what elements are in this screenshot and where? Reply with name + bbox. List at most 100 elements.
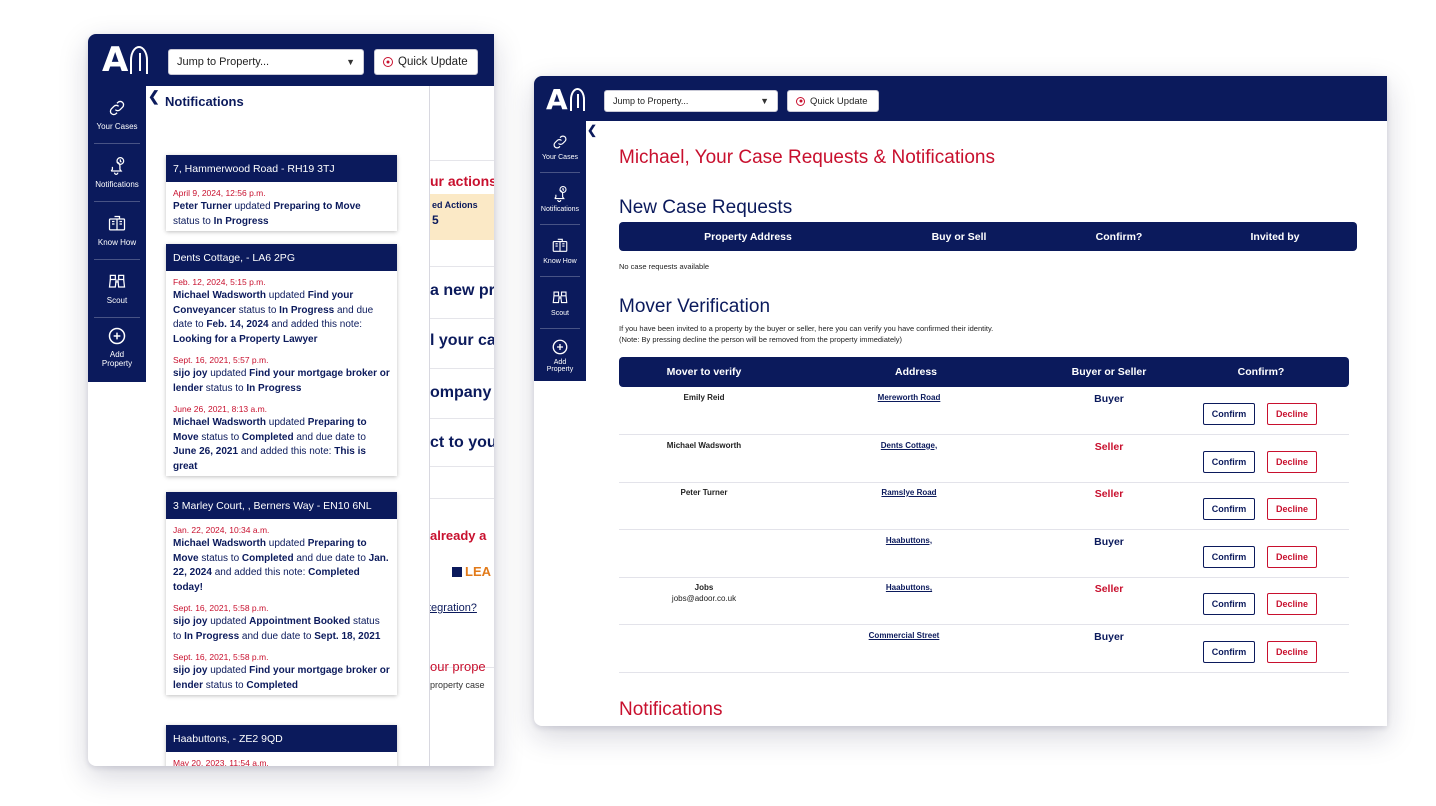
your-properties-heading: our prope (430, 659, 486, 674)
notification-card[interactable]: Haabuttons, - ZE2 9QD May 20, 2023, 11:54… (166, 725, 397, 766)
quick-update-button[interactable]: Quick Update (787, 90, 879, 112)
adoor-logo[interactable]: A (546, 83, 585, 116)
entry-due: Sept. 18, 2021 (314, 630, 381, 642)
card-property-address[interactable]: Haabuttons, - ZE2 9QD (166, 725, 397, 752)
entry-timestamp: Sept. 16, 2021, 5:57 p.m. (173, 355, 269, 365)
sidebar: Your Cases Notifications Know How Scout Add … (88, 86, 146, 382)
adoor-logo[interactable]: A (102, 40, 149, 80)
sidebar-item-notifications[interactable]: Notifications (540, 173, 580, 225)
entry-d: and added this note: (268, 319, 365, 330)
collapse-sidebar-icon[interactable]: ❮ (148, 88, 160, 105)
mover-address-link[interactable]: Dents Cottage, (881, 441, 937, 450)
sidebar-item-label: Add Property (101, 350, 133, 368)
link-icon (551, 133, 569, 151)
sidebar-item-scout[interactable]: Scout (540, 277, 580, 329)
entry-b: status to (235, 304, 280, 316)
decline-button[interactable]: Decline (1267, 403, 1317, 425)
sidebar-item-add-property[interactable]: Add Property (94, 318, 140, 376)
entry-d: and added this note: (238, 446, 335, 457)
target-icon (796, 96, 805, 106)
decline-button[interactable]: Decline (1267, 450, 1317, 473)
chevron-down-icon: ▼ (760, 96, 769, 106)
entry-text: Peter Turner updated Preparing to Move s… (173, 200, 390, 229)
divider (428, 466, 494, 467)
confirm-button[interactable]: Confirm (1203, 403, 1255, 425)
entry-timestamp: Sept. 16, 2021, 5:58 p.m. (173, 603, 269, 613)
sidebar-item-know-how[interactable]: Know How (540, 225, 580, 277)
mover-address-link[interactable]: Haabuttons, (886, 583, 932, 592)
entry-a: updated (207, 616, 250, 627)
sidebar: Your Cases Notifications Know How Scout Add … (534, 121, 586, 381)
sidebar-item-your-cases[interactable]: Your Cases (540, 121, 580, 173)
jump-to-property-select[interactable]: Jump to Property... ▼ (604, 90, 778, 112)
notification-card[interactable]: 3 Marley Court, , Berners Way - EN10 6NL… (166, 492, 397, 695)
decline-button[interactable]: Decline (1267, 498, 1317, 520)
integration-link[interactable]: tegration? (428, 602, 477, 614)
sidebar-menu: Your Cases Notifications Know How Scout Add … (88, 86, 146, 376)
sidebar-item-label: Know How (543, 257, 577, 265)
column-header: Mover to verify (666, 366, 742, 378)
card-property-address[interactable]: Dents Cottage, - LA6 2PG (166, 244, 397, 271)
sidebar-item-scout[interactable]: Scout (94, 260, 140, 318)
entry-timestamp: May 20, 2023, 11:54 a.m. (173, 758, 269, 766)
confirm-button[interactable]: Confirm (1203, 593, 1255, 615)
notification-entry: Sept. 16, 2021, 5:58 p.m. sijo joy update… (166, 646, 397, 695)
confirm-button[interactable]: Confirm (1203, 498, 1255, 520)
confirm-button[interactable]: Confirm (1203, 545, 1255, 568)
sidebar-item-notifications[interactable]: Notifications (94, 144, 140, 202)
jump-to-property-select[interactable]: Jump to Property... ▼ (168, 49, 364, 75)
entry-status: In Progress (184, 630, 240, 642)
entry-a: updated (207, 665, 250, 676)
divider (428, 160, 494, 161)
entry-timestamp: Jan. 22, 2024, 10:34 a.m. (173, 525, 270, 535)
confirm-button[interactable]: Confirm (1203, 450, 1255, 473)
sidebar-item-add-property[interactable]: Add Property (540, 329, 580, 381)
mover-role: Buyer (1094, 630, 1124, 643)
connect-heading: ct to your (430, 434, 494, 451)
entry-a: updated (265, 290, 308, 301)
entry-d: and added this note: (211, 567, 309, 578)
notification-card[interactable]: Dents Cottage, - LA6 2PG Feb. 12, 2024, 5… (166, 244, 397, 476)
entry-status: In Progress (279, 304, 335, 316)
notification-entry: Feb. 12, 2024, 5:15 p.m. Michael Wadswort… (166, 271, 397, 349)
notification-card[interactable]: 7, Hammerwood Road - RH19 3TJ April 9, 20… (166, 155, 397, 231)
sidebar-item-know-how[interactable]: Know How (94, 202, 140, 260)
mover-role: Buyer (1094, 535, 1124, 548)
collapse-sidebar-icon[interactable]: ❮ (587, 123, 597, 137)
entry-who: sijo joy (173, 665, 208, 676)
chevron-down-icon: ▼ (346, 57, 355, 67)
door-icon (569, 87, 585, 111)
mover-address-link[interactable]: Ramslye Road (881, 488, 936, 497)
column-header: Buy or Sell (931, 230, 987, 243)
table-row: Peter Turner Ramslye Road Seller Confirm Dec… (619, 482, 1349, 530)
notification-entry: Sept. 16, 2021, 5:57 p.m. sijo joy update… (166, 349, 397, 398)
mover-address-link[interactable]: Commercial Street (869, 631, 940, 640)
entry-status: Completed (241, 552, 294, 564)
quick-update-button[interactable]: Quick Update (374, 49, 478, 75)
mover-address-link[interactable]: Haabuttons, (886, 536, 932, 545)
decline-button[interactable]: Decline (1267, 640, 1317, 663)
column-header: Confirm? (1095, 230, 1143, 243)
target-icon (383, 57, 393, 67)
divider (428, 266, 494, 267)
mover-address-link[interactable]: Mereworth Road (878, 393, 941, 402)
entry-who: Michael Wadsworth (173, 538, 266, 549)
sidebar-item-label: Scout (551, 309, 569, 317)
confirm-button[interactable]: Confirm (1203, 640, 1255, 663)
decline-button[interactable]: Decline (1267, 593, 1317, 615)
card-property-address[interactable]: 3 Marley Court, , Berners Way - EN10 6NL (166, 492, 397, 519)
entry-text: sijo joy updated Appointment Booked stat… (173, 615, 390, 644)
column-header: Buyer or Seller (1071, 366, 1147, 378)
link-icon (107, 98, 127, 118)
sidebar-item-label: Scout (106, 296, 128, 305)
entry-text: Michael Wadsworth updated Preparing to M… (173, 537, 390, 595)
entry-text: Michael Wadsworth updated Find your Conv… (173, 289, 390, 347)
entry-status: Completed (241, 431, 294, 443)
sidebar-item-label: Add Property (546, 358, 574, 373)
actions-summary-box: ed Actions 5 (428, 194, 494, 240)
sidebar-item-your-cases[interactable]: Your Cases (94, 86, 140, 144)
bell-clock-icon (551, 185, 569, 203)
card-property-address[interactable]: 7, Hammerwood Road - RH19 3TJ (166, 155, 397, 182)
decline-button[interactable]: Decline (1267, 545, 1317, 568)
column-header: Address (894, 366, 938, 378)
